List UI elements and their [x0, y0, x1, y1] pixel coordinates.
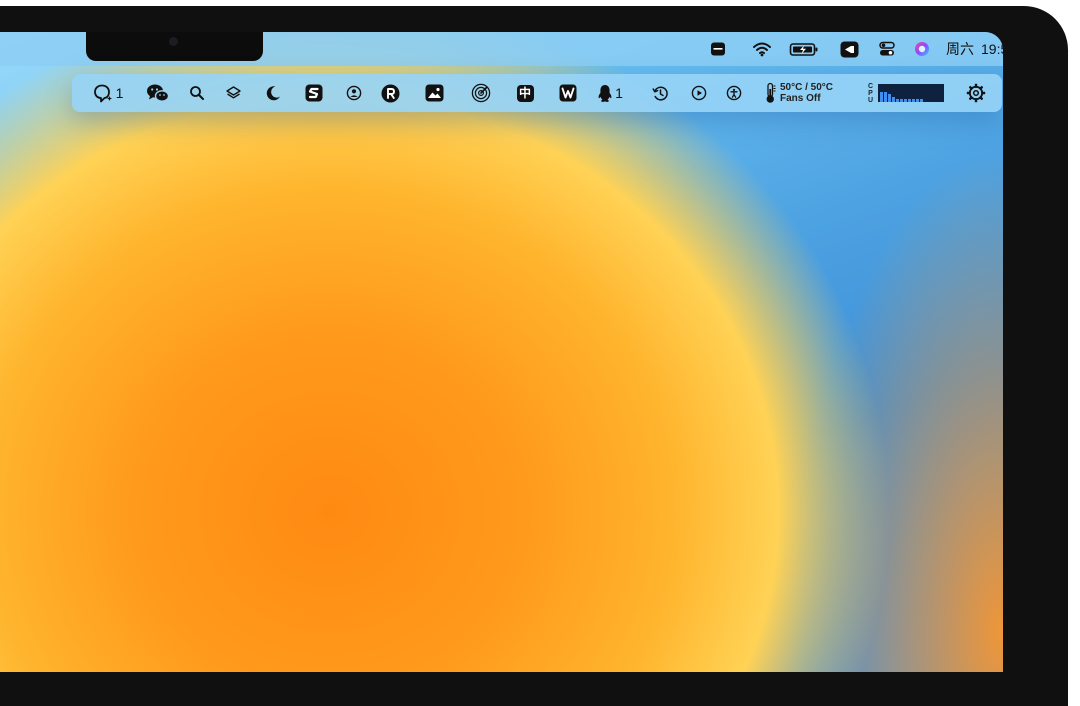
settings-gear-icon[interactable] — [965, 83, 987, 103]
app-window-icon[interactable] — [708, 40, 728, 58]
chat-count: 1 — [115, 85, 124, 101]
cpu-usage-bar — [892, 97, 895, 102]
cpu-usage-bar — [888, 94, 891, 102]
cpu-usage-bar — [880, 92, 883, 102]
clock-day: 周六 — [946, 41, 974, 57]
menu-bar: 周六 19:55 — [0, 32, 1003, 66]
menu-app-icon[interactable] — [838, 40, 860, 58]
desktop-screen: 周六 19:55 1 — [0, 32, 1003, 672]
radar-icon[interactable] — [470, 83, 492, 103]
layers-icon[interactable] — [223, 83, 243, 103]
qq-penguin-icon — [598, 84, 612, 102]
camera-notch — [86, 32, 263, 61]
cpu-monitor[interactable]: C P U — [867, 82, 947, 104]
qq-item[interactable]: 1 — [595, 83, 625, 103]
control-center-icon[interactable] — [877, 40, 897, 58]
input-method-label: 中 — [518, 86, 531, 100]
menubar-extras-bar: 1 中 1 50°C / 50°C Fans Off C P U — [72, 74, 1002, 112]
clock-time: 19:55 — [981, 41, 1003, 57]
cpu-usage-bar — [900, 99, 903, 102]
accessibility-icon[interactable] — [724, 83, 744, 103]
siri-icon[interactable] — [913, 40, 931, 58]
moon-icon[interactable] — [263, 83, 283, 103]
temperature-reading: 50°C / 50°C — [780, 82, 834, 93]
search-icon[interactable] — [187, 83, 207, 103]
chat-bubble-icon — [93, 84, 112, 103]
battery-charging-icon[interactable] — [788, 40, 820, 58]
temperature-text: 50°C / 50°C Fans Off — [777, 82, 833, 104]
cpu-label-p: P — [868, 89, 873, 97]
user-circle-icon[interactable] — [344, 83, 364, 103]
cpu-usage-bar — [916, 99, 919, 102]
wifi-icon[interactable] — [751, 40, 773, 58]
w-app-icon[interactable] — [557, 83, 579, 103]
laptop-frame: 周六 19:55 1 — [0, 6, 1068, 706]
cpu-label-c: C — [867, 82, 874, 90]
fan-status: Fans Off — [780, 93, 821, 104]
play-circle-icon[interactable] — [689, 83, 709, 103]
cpu-usage-bar — [884, 92, 887, 102]
input-method-icon[interactable]: 中 — [514, 83, 536, 103]
cpu-usage-bar — [908, 99, 911, 102]
cpu-label: C P U — [867, 83, 874, 104]
cpu-usage-graph — [878, 84, 944, 102]
temperature-widget[interactable]: 50°C / 50°C Fans Off — [765, 80, 851, 106]
menubar-clock[interactable]: 周六 19:55 — [946, 40, 1003, 58]
input-method-badge: 中 — [516, 84, 534, 102]
cpu-usage-bar — [920, 99, 923, 102]
cpu-usage-bar — [912, 99, 915, 102]
chat-item[interactable]: 1 — [90, 83, 126, 103]
cpu-label-u: U — [867, 96, 874, 104]
cpu-usage-bar — [904, 99, 907, 102]
photo-icon[interactable] — [423, 83, 445, 103]
s-app-icon[interactable] — [304, 83, 324, 103]
cpu-usage-bar — [896, 99, 899, 102]
wechat-icon[interactable] — [145, 83, 171, 103]
thermometer-icon — [766, 82, 776, 103]
r-app-icon[interactable] — [380, 83, 400, 103]
qq-count: 1 — [615, 85, 623, 101]
history-icon[interactable] — [650, 83, 670, 103]
camera-dot — [169, 37, 178, 46]
